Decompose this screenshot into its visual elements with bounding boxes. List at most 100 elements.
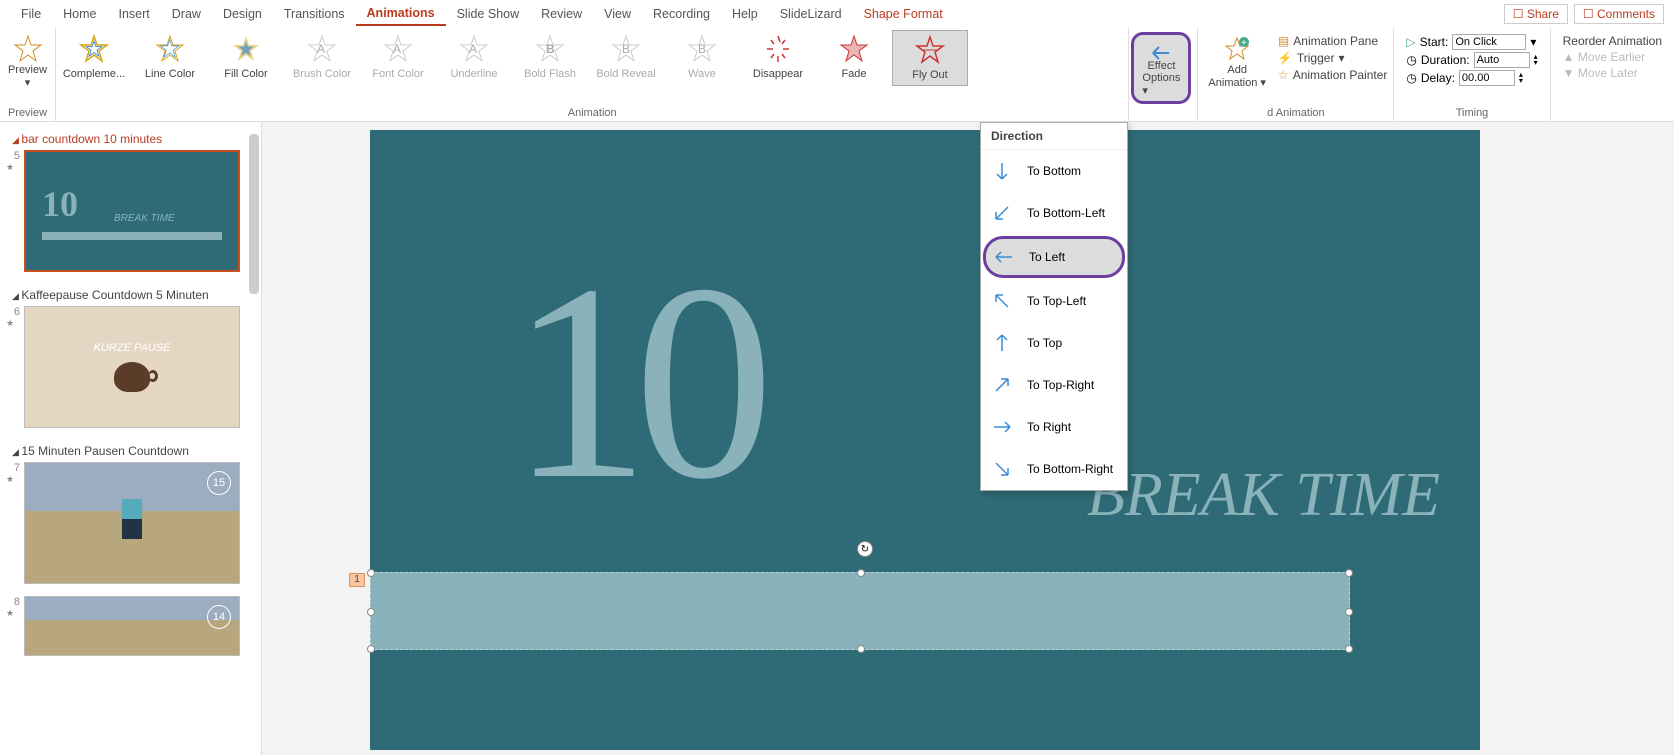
opt-to-bottom-left[interactable]: To Bottom-Left	[981, 192, 1127, 234]
share-button[interactable]: ☐ Share	[1504, 4, 1568, 24]
star-icon	[79, 34, 109, 64]
tab-slidelizard[interactable]: SlideLizard	[769, 3, 853, 25]
anim-wave[interactable]: BWave	[664, 30, 740, 86]
anim-underline[interactable]: AUnderline	[436, 30, 512, 86]
svg-text:B: B	[622, 42, 630, 56]
group-advanced-label: d Animation	[1204, 105, 1387, 121]
tab-help[interactable]: Help	[721, 3, 769, 25]
tab-review[interactable]: Review	[530, 3, 593, 25]
arrow-up-icon	[991, 332, 1013, 354]
slide-num-6: 6	[6, 306, 20, 318]
star-icon: A	[383, 34, 413, 64]
preview-label: Preview	[8, 64, 47, 76]
delay-input[interactable]	[1459, 70, 1515, 86]
comments-button[interactable]: ☐ Comments	[1574, 4, 1664, 24]
trigger-button[interactable]: ⚡Trigger ▾	[1278, 51, 1387, 65]
play-icon: ▷	[1406, 35, 1415, 49]
anim-fontcolor[interactable]: AFont Color	[360, 30, 436, 86]
anim-flyout[interactable]: Fly Out	[892, 30, 968, 86]
duration-input[interactable]	[1474, 52, 1530, 68]
arrow-down-left-icon	[991, 202, 1013, 224]
share-label: Share	[1527, 7, 1559, 21]
tab-insert[interactable]: Insert	[108, 3, 161, 25]
editor-canvas[interactable]: 10 BREAK TIME ↻ 1 Direction To Bottom To…	[262, 122, 1674, 755]
anim-boldflash[interactable]: BBold Flash	[512, 30, 588, 86]
slide: 10 BREAK TIME ↻ 1	[370, 130, 1480, 750]
tab-design[interactable]: Design	[212, 3, 273, 25]
rotate-handle[interactable]: ↻	[857, 541, 873, 557]
progress-bar-shape[interactable]: ↻ 1	[370, 572, 1350, 650]
tab-draw[interactable]: Draw	[161, 3, 212, 25]
section-1[interactable]: bar countdown 10 minutes	[6, 128, 255, 150]
menubar: File Home Insert Draw Design Transitions…	[0, 0, 1674, 28]
star-icon	[13, 34, 43, 64]
stepper-icon[interactable]: ▴▾	[1534, 54, 1538, 66]
ribbon: Preview ▾ Preview Compleme... Line Color…	[0, 28, 1674, 122]
resize-handle[interactable]	[367, 645, 375, 653]
opt-to-bottom[interactable]: To Bottom	[981, 150, 1127, 192]
chevron-down-icon: ▾	[25, 76, 31, 89]
opt-to-top[interactable]: To Top	[981, 322, 1127, 364]
group-timing-label: Timing	[1400, 105, 1543, 121]
arrow-left-icon	[993, 246, 1015, 268]
scrollbar[interactable]	[247, 124, 261, 755]
comments-label: Comments	[1597, 7, 1655, 21]
animation-gallery[interactable]: Compleme... Line Color Fill Color ABrush…	[56, 30, 1128, 86]
direction-dropdown: Direction To Bottom To Bottom-Left To Le…	[980, 122, 1128, 491]
anim-star-icon: ★	[6, 608, 20, 619]
tab-transitions[interactable]: Transitions	[273, 3, 356, 25]
resize-handle[interactable]	[857, 645, 865, 653]
arrow-left-icon	[1147, 39, 1175, 60]
slide-thumb-6[interactable]: KURZE PAUSE	[24, 306, 240, 428]
tab-shape-format[interactable]: Shape Format	[853, 3, 954, 25]
star-icon	[839, 34, 869, 64]
opt-to-top-left[interactable]: To Top-Left	[981, 280, 1127, 322]
anim-fade[interactable]: Fade	[816, 30, 892, 86]
animation-pane-button[interactable]: ▤Animation Pane	[1278, 34, 1387, 48]
dropdown-header: Direction	[981, 123, 1127, 150]
anim-complement[interactable]: Compleme...	[56, 30, 132, 86]
anim-star-icon: ★	[6, 318, 20, 329]
slide-thumb-8[interactable]: 14	[24, 596, 240, 656]
arrow-up-left-icon	[991, 290, 1013, 312]
tab-animations[interactable]: Animations	[356, 2, 446, 26]
anim-linecolor[interactable]: Line Color	[132, 30, 208, 86]
move-later-button: ▼ Move Later	[1563, 66, 1662, 80]
resize-handle[interactable]	[367, 569, 375, 577]
star-icon	[155, 34, 185, 64]
anim-boldreveal[interactable]: BBold Reveal	[588, 30, 664, 86]
start-label: Start:	[1420, 35, 1449, 49]
start-input[interactable]	[1452, 34, 1526, 50]
anim-fillcolor[interactable]: Fill Color	[208, 30, 284, 86]
slide-thumb-5[interactable]: 10 BREAK TIME	[24, 150, 240, 272]
effect-options-button[interactable]: Effect Options ▾	[1131, 32, 1191, 104]
stepper-icon[interactable]: ▴▾	[1519, 72, 1523, 84]
animation-painter-button[interactable]: ☆Animation Painter	[1278, 68, 1387, 82]
tab-file[interactable]: File	[10, 3, 52, 25]
slide-thumb-7[interactable]: 15	[24, 462, 240, 584]
opt-to-right[interactable]: To Right	[981, 406, 1127, 448]
anim-disappear[interactable]: Disappear	[740, 30, 816, 86]
slide-panel[interactable]: bar countdown 10 minutes 5★ 10 BREAK TIM…	[0, 122, 262, 755]
resize-handle[interactable]	[367, 608, 375, 616]
duration-label: Duration:	[1421, 53, 1470, 67]
resize-handle[interactable]	[1345, 608, 1353, 616]
animation-tag[interactable]: 1	[349, 573, 365, 587]
section-2[interactable]: Kaffeepause Countdown 5 Minuten	[6, 284, 255, 306]
section-3[interactable]: 15 Minuten Pausen Countdown	[6, 440, 255, 462]
resize-handle[interactable]	[1345, 645, 1353, 653]
svg-text:A: A	[469, 42, 477, 56]
tab-home[interactable]: Home	[52, 3, 107, 25]
tab-view[interactable]: View	[593, 3, 642, 25]
tab-recording[interactable]: Recording	[642, 3, 721, 25]
opt-to-left[interactable]: To Left	[983, 236, 1125, 278]
resize-handle[interactable]	[1345, 569, 1353, 577]
preview-button[interactable]: Preview ▾	[6, 30, 49, 93]
anim-brushcolor[interactable]: ABrush Color	[284, 30, 360, 86]
cup-icon	[114, 362, 150, 392]
resize-handle[interactable]	[857, 569, 865, 577]
tab-slideshow[interactable]: Slide Show	[446, 3, 531, 25]
add-animation-button[interactable]: + Add Animation ▾	[1204, 30, 1270, 93]
opt-to-top-right[interactable]: To Top-Right	[981, 364, 1127, 406]
opt-to-bottom-right[interactable]: To Bottom-Right	[981, 448, 1127, 490]
